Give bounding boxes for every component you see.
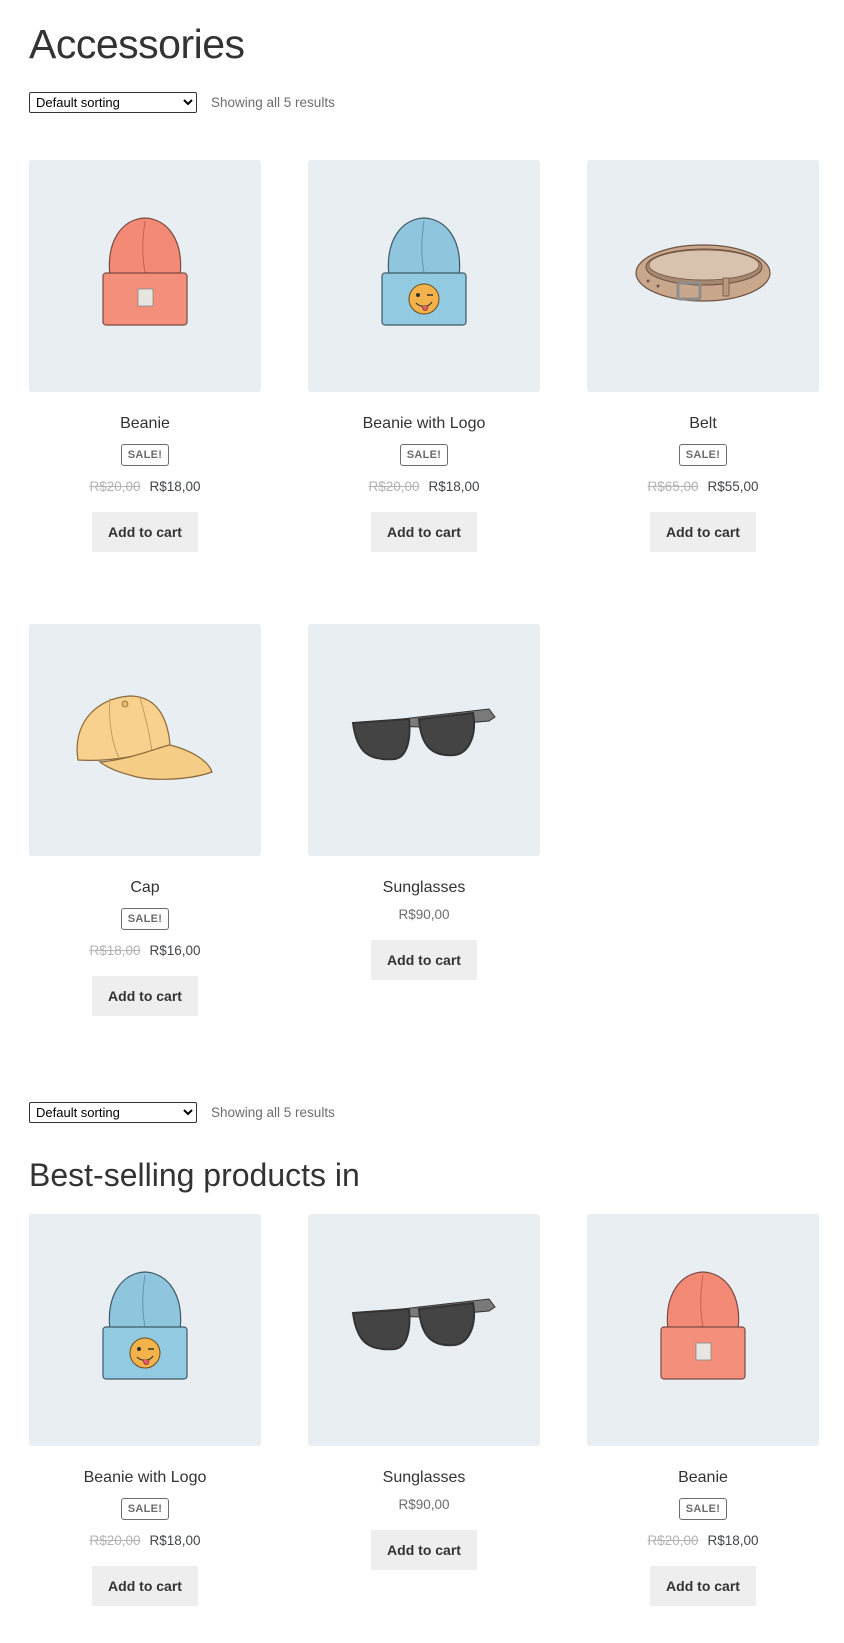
shop-toolbar-top: Default sorting Showing all 5 results bbox=[29, 92, 335, 113]
regular-price: R$20,00 bbox=[89, 1533, 141, 1548]
product-price: R$20,00 R$18,00 bbox=[29, 1532, 261, 1550]
regular-price: R$20,00 bbox=[89, 479, 141, 494]
beanie-blue-logo-image bbox=[102, 1271, 188, 1380]
product-title[interactable]: Beanie with Logo bbox=[29, 1468, 261, 1488]
product-thumbnail[interactable] bbox=[29, 624, 261, 856]
add-to-cart-button[interactable]: Add to cart bbox=[650, 1566, 756, 1606]
product-thumbnail[interactable] bbox=[308, 160, 540, 392]
product-title[interactable]: Sunglasses bbox=[308, 1468, 540, 1488]
product-title[interactable]: Beanie with Logo bbox=[308, 414, 540, 434]
product-card: Sunglasses R$90,00 Add to cart bbox=[308, 624, 540, 980]
product-thumbnail[interactable] bbox=[29, 1214, 261, 1446]
sort-select[interactable]: Default sorting bbox=[29, 92, 197, 113]
product-card: Beanie with Logo SALE! R$20,00 R$18,00 Ad… bbox=[308, 160, 540, 552]
product-thumbnail[interactable] bbox=[587, 1214, 819, 1446]
sale-badge: SALE! bbox=[120, 908, 170, 930]
regular-price: R$20,00 bbox=[368, 479, 420, 494]
sunglasses-image bbox=[351, 1298, 496, 1351]
product-card: Beanie SALE! R$20,00 R$18,00 Add to cart bbox=[29, 160, 261, 552]
belt-image bbox=[635, 244, 771, 302]
result-count: Showing all 5 results bbox=[211, 1105, 335, 1120]
add-to-cart-button[interactable]: Add to cart bbox=[650, 512, 756, 552]
product-price: R$18,00 R$16,00 bbox=[29, 942, 261, 960]
sale-price: R$18,00 bbox=[149, 479, 201, 494]
regular-price: R$20,00 bbox=[647, 1533, 699, 1548]
sale-badge: SALE! bbox=[678, 444, 728, 466]
sale-badge: SALE! bbox=[120, 444, 170, 466]
page-title: Accessories bbox=[29, 21, 245, 67]
shop-page: Accessories Default sorting Showing all … bbox=[0, 0, 844, 1643]
beanie-blue-logo-image bbox=[381, 217, 467, 326]
add-to-cart-button[interactable]: Add to cart bbox=[92, 976, 198, 1016]
product-card: Cap SALE! R$18,00 R$16,00 Add to cart bbox=[29, 624, 261, 1016]
product-card: Sunglasses R$90,00 Add to cart bbox=[308, 1214, 540, 1570]
beanie-orange-image bbox=[102, 217, 188, 326]
product-title[interactable]: Beanie bbox=[587, 1468, 819, 1488]
product-price: R$20,00 R$18,00 bbox=[308, 478, 540, 496]
shop-toolbar-bottom: Default sorting Showing all 5 results bbox=[29, 1102, 335, 1123]
sale-badge: SALE! bbox=[678, 1498, 728, 1520]
product-thumbnail[interactable] bbox=[29, 160, 261, 392]
product-title[interactable]: Cap bbox=[29, 878, 261, 898]
product-thumbnail[interactable] bbox=[308, 1214, 540, 1446]
sale-price: R$55,00 bbox=[707, 479, 759, 494]
regular-price: R$65,00 bbox=[647, 479, 699, 494]
product-thumbnail[interactable] bbox=[308, 624, 540, 856]
product-price: R$20,00 R$18,00 bbox=[29, 478, 261, 496]
product-thumbnail[interactable] bbox=[587, 160, 819, 392]
sunglasses-image bbox=[351, 708, 496, 761]
sale-badge: SALE! bbox=[399, 444, 449, 466]
product-card: Belt SALE! R$65,00 R$55,00 Add to cart bbox=[587, 160, 819, 552]
sale-price: R$18,00 bbox=[149, 1533, 201, 1548]
product-price: R$20,00 R$18,00 bbox=[587, 1532, 819, 1550]
product-price: R$90,00 bbox=[398, 907, 450, 922]
result-count: Showing all 5 results bbox=[211, 95, 335, 110]
product-price: R$65,00 R$55,00 bbox=[587, 478, 819, 496]
product-card: Beanie with Logo SALE! R$20,00 R$18,00 Ad… bbox=[29, 1214, 261, 1606]
sale-price: R$18,00 bbox=[428, 479, 480, 494]
product-title[interactable]: Beanie bbox=[29, 414, 261, 434]
sale-price: R$16,00 bbox=[149, 943, 201, 958]
cap-image bbox=[76, 695, 213, 780]
add-to-cart-button[interactable]: Add to cart bbox=[92, 1566, 198, 1606]
product-title[interactable]: Sunglasses bbox=[308, 878, 540, 898]
product-price: R$90,00 bbox=[398, 1497, 450, 1512]
add-to-cart-button[interactable]: Add to cart bbox=[371, 512, 477, 552]
add-to-cart-button[interactable]: Add to cart bbox=[92, 512, 198, 552]
sale-price: R$18,00 bbox=[707, 1533, 759, 1548]
sort-select[interactable]: Default sorting bbox=[29, 1102, 197, 1123]
product-card: Beanie SALE! R$20,00 R$18,00 Add to cart bbox=[587, 1214, 819, 1606]
regular-price: R$18,00 bbox=[89, 943, 141, 958]
bestsellers-title: Best-selling products in bbox=[29, 1157, 360, 1193]
add-to-cart-button[interactable]: Add to cart bbox=[371, 940, 477, 980]
sale-badge: SALE! bbox=[120, 1498, 170, 1520]
add-to-cart-button[interactable]: Add to cart bbox=[371, 1530, 477, 1570]
product-title[interactable]: Belt bbox=[587, 414, 819, 434]
beanie-orange-image bbox=[660, 1271, 746, 1380]
